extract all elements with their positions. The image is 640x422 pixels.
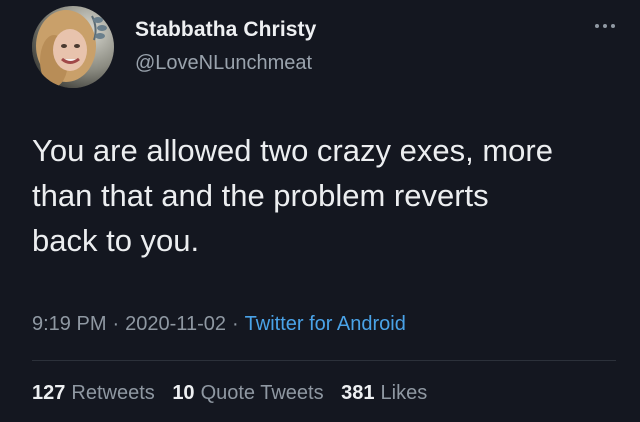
- retweets-count: 127: [32, 382, 66, 404]
- retweets-label: Retweets: [71, 382, 155, 404]
- profile-photo: [32, 6, 114, 88]
- tweet-card: Stabbatha Christy @LoveNLunchmeat You ar…: [0, 0, 640, 422]
- meta-separator: ·: [231, 313, 239, 335]
- likes-stat[interactable]: 381 Likes: [341, 382, 427, 404]
- tweet-time[interactable]: 9:19 PM: [32, 313, 106, 335]
- divider: [32, 360, 616, 361]
- tweet-stats: 127 Retweets 10 Quote Tweets 381 Likes: [32, 382, 439, 405]
- author-display-name[interactable]: Stabbatha Christy: [135, 18, 316, 42]
- tweet-meta: 9:19 PM · 2020-11-02 · Twitter for Android: [32, 313, 406, 336]
- likes-label: Likes: [380, 382, 428, 404]
- quote-tweets-count: 10: [172, 382, 195, 404]
- retweets-stat[interactable]: 127 Retweets: [32, 382, 155, 404]
- author-handle[interactable]: @LoveNLunchmeat: [135, 52, 312, 75]
- more-dots-icon[interactable]: [590, 16, 620, 36]
- meta-separator: ·: [112, 313, 120, 335]
- tweet-source[interactable]: Twitter for Android: [245, 313, 406, 335]
- tweet-date[interactable]: 2020-11-02: [125, 313, 226, 335]
- quote-tweets-stat[interactable]: 10 Quote Tweets: [172, 382, 323, 404]
- avatar[interactable]: [32, 6, 114, 88]
- likes-count: 381: [341, 382, 375, 404]
- tweet-text: You are allowed two crazy exes, more tha…: [32, 133, 553, 258]
- quote-tweets-label: Quote Tweets: [200, 382, 324, 404]
